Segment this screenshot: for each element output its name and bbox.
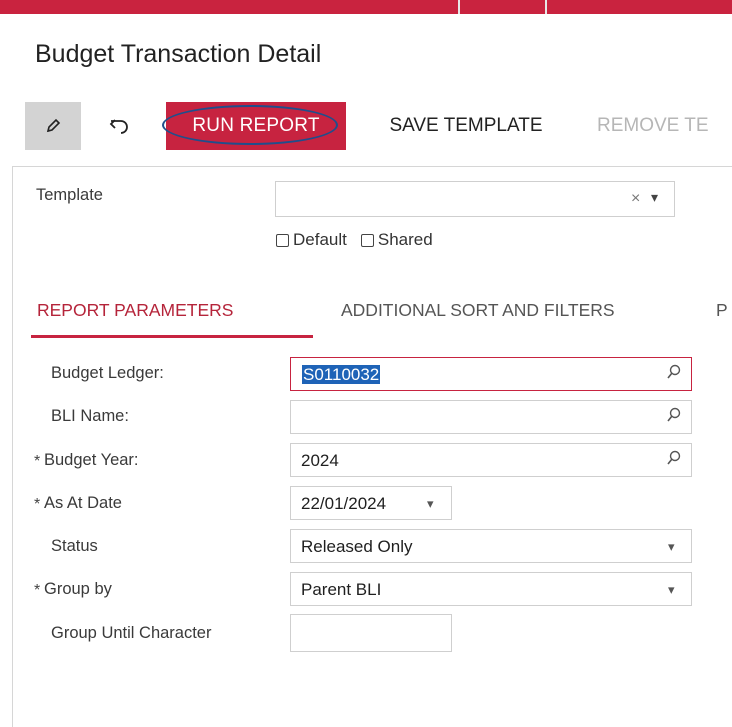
bli-name-input[interactable] bbox=[290, 400, 692, 434]
required-marker: * bbox=[34, 453, 41, 470]
budget-year-input[interactable]: 2024 bbox=[290, 443, 692, 477]
undo-icon bbox=[109, 119, 128, 134]
as-at-date-value: 22/01/2024 bbox=[301, 494, 387, 513]
search-icon[interactable] bbox=[667, 450, 681, 471]
tab-report-parameters[interactable]: REPORT PARAMETERS bbox=[37, 300, 233, 321]
as-at-date-label: As At Date bbox=[44, 494, 122, 512]
template-options: Default Shared bbox=[276, 230, 447, 250]
group-until-character-label: Group Until Character bbox=[51, 624, 212, 642]
required-marker: * bbox=[34, 582, 41, 599]
undo-button[interactable] bbox=[96, 102, 144, 150]
bli-name-label: BLI Name: bbox=[51, 407, 129, 425]
run-report-button[interactable]: RUN REPORT bbox=[166, 102, 346, 150]
chevron-down-icon[interactable]: ▾ bbox=[668, 539, 675, 555]
required-marker: * bbox=[34, 496, 41, 513]
budget-year-value: 2024 bbox=[301, 451, 339, 470]
status-value: Released Only bbox=[301, 537, 413, 556]
group-by-value: Parent BLI bbox=[301, 580, 382, 599]
status-label: Status bbox=[51, 537, 98, 555]
save-template-button[interactable]: SAVE TEMPLATE bbox=[370, 102, 562, 150]
template-label: Template bbox=[36, 186, 103, 204]
group-until-character-input[interactable] bbox=[290, 614, 452, 652]
search-icon[interactable] bbox=[667, 364, 681, 385]
chevron-down-icon[interactable]: ▾ bbox=[427, 496, 434, 512]
group-by-select[interactable]: Parent BLI ▾ bbox=[290, 572, 692, 606]
tab-p[interactable]: P bbox=[716, 300, 728, 321]
run-report-label: RUN REPORT bbox=[192, 115, 320, 136]
as-at-date-input[interactable]: 22/01/2024 ▾ bbox=[290, 486, 452, 520]
group-by-label: Group by bbox=[44, 580, 112, 598]
pencil-icon bbox=[46, 118, 61, 133]
top-accent-bar bbox=[0, 0, 732, 14]
budget-year-label: Budget Year: bbox=[44, 451, 139, 469]
default-checkbox-label: Default bbox=[293, 230, 347, 249]
budget-ledger-value: S0110032 bbox=[302, 365, 381, 384]
clear-icon[interactable]: × bbox=[631, 190, 640, 208]
edit-button[interactable] bbox=[25, 102, 81, 150]
template-select[interactable]: × ▾ bbox=[275, 181, 675, 217]
budget-ledger-label: Budget Ledger: bbox=[51, 364, 164, 382]
search-icon[interactable] bbox=[667, 407, 681, 428]
active-tab-indicator bbox=[31, 335, 313, 338]
shared-checkbox[interactable] bbox=[360, 233, 374, 247]
budget-ledger-input[interactable]: S0110032 bbox=[290, 357, 692, 391]
top-bar-divider bbox=[545, 0, 547, 14]
remove-template-button[interactable]: REMOVE TE bbox=[597, 102, 732, 150]
default-checkbox[interactable] bbox=[276, 233, 289, 247]
tab-additional-sort-and-filters[interactable]: ADDITIONAL SORT AND FILTERS bbox=[341, 300, 615, 321]
chevron-down-icon[interactable]: ▾ bbox=[651, 189, 658, 206]
chevron-down-icon[interactable]: ▾ bbox=[668, 582, 675, 598]
page-title: Budget Transaction Detail bbox=[35, 40, 322, 68]
status-select[interactable]: Released Only ▾ bbox=[290, 529, 692, 563]
top-bar-divider bbox=[458, 0, 460, 14]
shared-checkbox-label: Shared bbox=[377, 230, 433, 249]
